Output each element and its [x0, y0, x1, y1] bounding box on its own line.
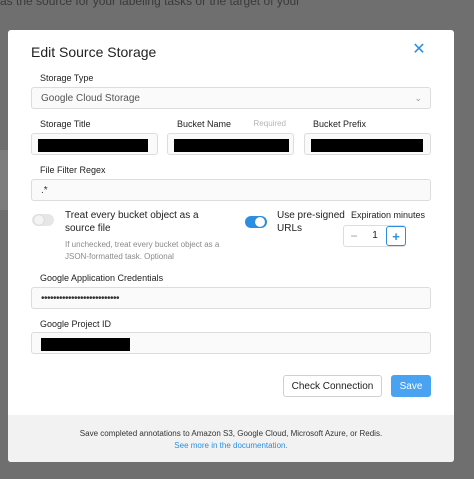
- presigned-urls-label: Use pre-signed URLs: [277, 210, 345, 234]
- project-id-input[interactable]: [31, 332, 431, 354]
- storage-title-input[interactable]: [31, 133, 158, 155]
- storage-title-label: Storage Title: [40, 119, 91, 129]
- credentials-value: ••••••••••••••••••••••••••: [41, 293, 120, 304]
- chevron-down-icon: ⌄: [414, 93, 422, 103]
- redacted-value: [41, 338, 130, 351]
- required-hint: Required: [253, 119, 286, 128]
- background-description-text: as the source for your labeling tasks or…: [0, 0, 301, 8]
- redacted-value: [174, 139, 289, 152]
- file-filter-label: File Filter Regex: [40, 165, 106, 175]
- redacted-value: [38, 139, 148, 152]
- increment-button[interactable]: +: [386, 226, 406, 246]
- toggle-knob: [255, 217, 265, 227]
- presigned-urls-toggle[interactable]: [245, 216, 267, 228]
- credentials-input[interactable]: ••••••••••••••••••••••••••: [31, 287, 431, 309]
- expiration-label: Expiration minutes: [351, 210, 426, 220]
- bucket-name-label: Bucket Name Required: [177, 119, 286, 129]
- bucket-name-input[interactable]: [167, 133, 294, 155]
- toggle-knob: [34, 215, 44, 225]
- storage-type-value: Google Cloud Storage: [41, 93, 140, 104]
- footer-text: Save completed annotations to Amazon S3,…: [79, 429, 383, 438]
- treat-objects-label: Treat every bucket object as a source fi…: [65, 210, 199, 234]
- check-connection-button[interactable]: Check Connection: [283, 375, 382, 397]
- storage-type-label: Storage Type: [40, 73, 94, 83]
- project-id-label: Google Project ID: [40, 319, 112, 329]
- treat-objects-toggle[interactable]: [32, 214, 54, 226]
- storage-type-select[interactable]: Google Cloud Storage ⌄: [31, 87, 431, 109]
- edit-source-storage-modal: Edit Source Storage ✕ Storage Type Googl…: [8, 30, 454, 462]
- documentation-link[interactable]: See more in the documentation.: [8, 441, 454, 450]
- background-panel-edge: [0, 150, 8, 210]
- file-filter-input[interactable]: .*: [31, 179, 431, 201]
- close-icon[interactable]: ✕: [411, 42, 427, 58]
- modal-title: Edit Source Storage: [31, 44, 157, 60]
- treat-objects-hint: If unchecked, treat every bucket object …: [65, 240, 220, 261]
- redacted-value: [311, 139, 423, 152]
- credentials-label: Google Application Credentials: [40, 273, 164, 283]
- bucket-prefix-input[interactable]: [304, 133, 431, 155]
- decrement-button[interactable]: −: [344, 226, 364, 246]
- modal-footer: Save completed annotations to Amazon S3,…: [8, 415, 454, 462]
- save-button[interactable]: Save: [391, 375, 431, 397]
- file-filter-value: .*: [41, 185, 48, 196]
- bucket-prefix-label: Bucket Prefix: [313, 119, 367, 129]
- expiration-stepper[interactable]: − 1 +: [343, 225, 406, 247]
- expiration-value[interactable]: 1: [364, 226, 386, 246]
